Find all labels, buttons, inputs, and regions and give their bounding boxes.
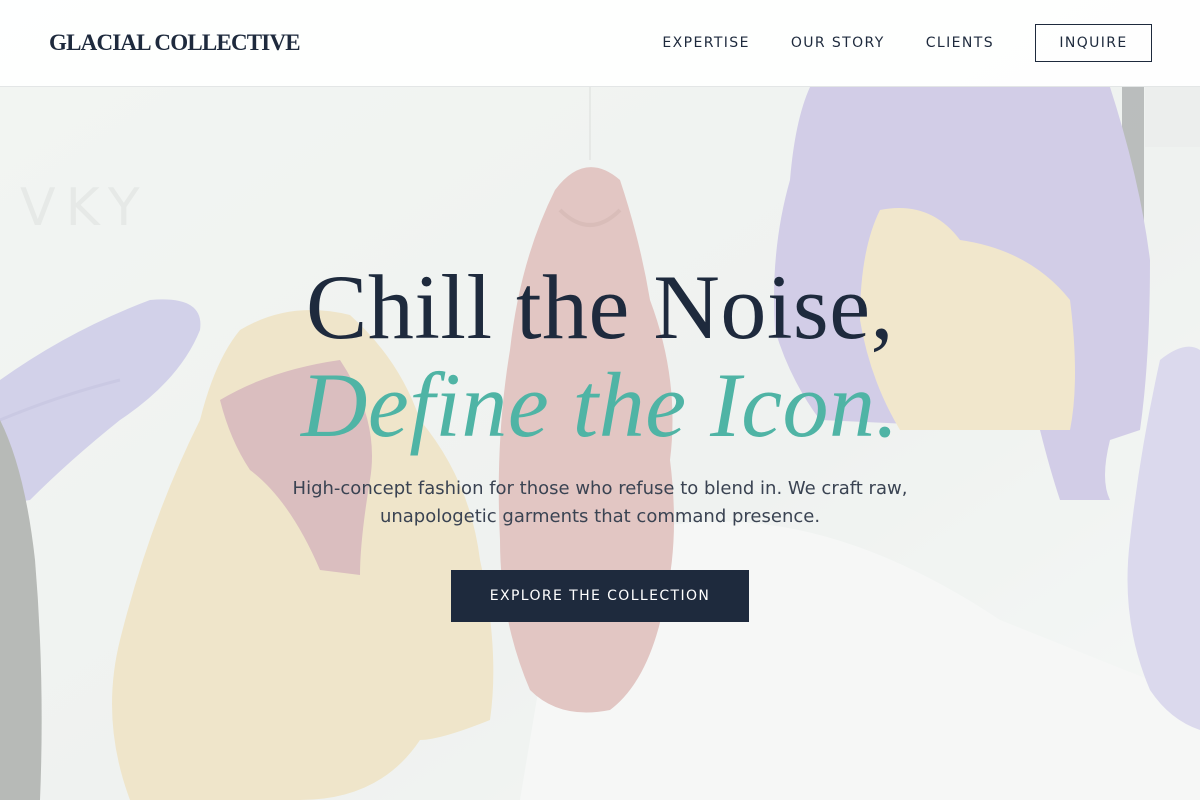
hero-headline-line-1: Chill the Noise, [305,256,895,358]
explore-collection-button[interactable]: EXPLORE THE COLLECTION [451,570,749,622]
hero-subtitle: High-concept fashion for those who refus… [292,478,908,527]
hero-section: Chill the Noise, Define the Icon. High-c… [0,0,1200,800]
page: VKY GLACIAL COLLECTIVE EXPERTISE O [0,0,1200,800]
hero-headline-line-2: Define the Icon. [300,354,900,456]
